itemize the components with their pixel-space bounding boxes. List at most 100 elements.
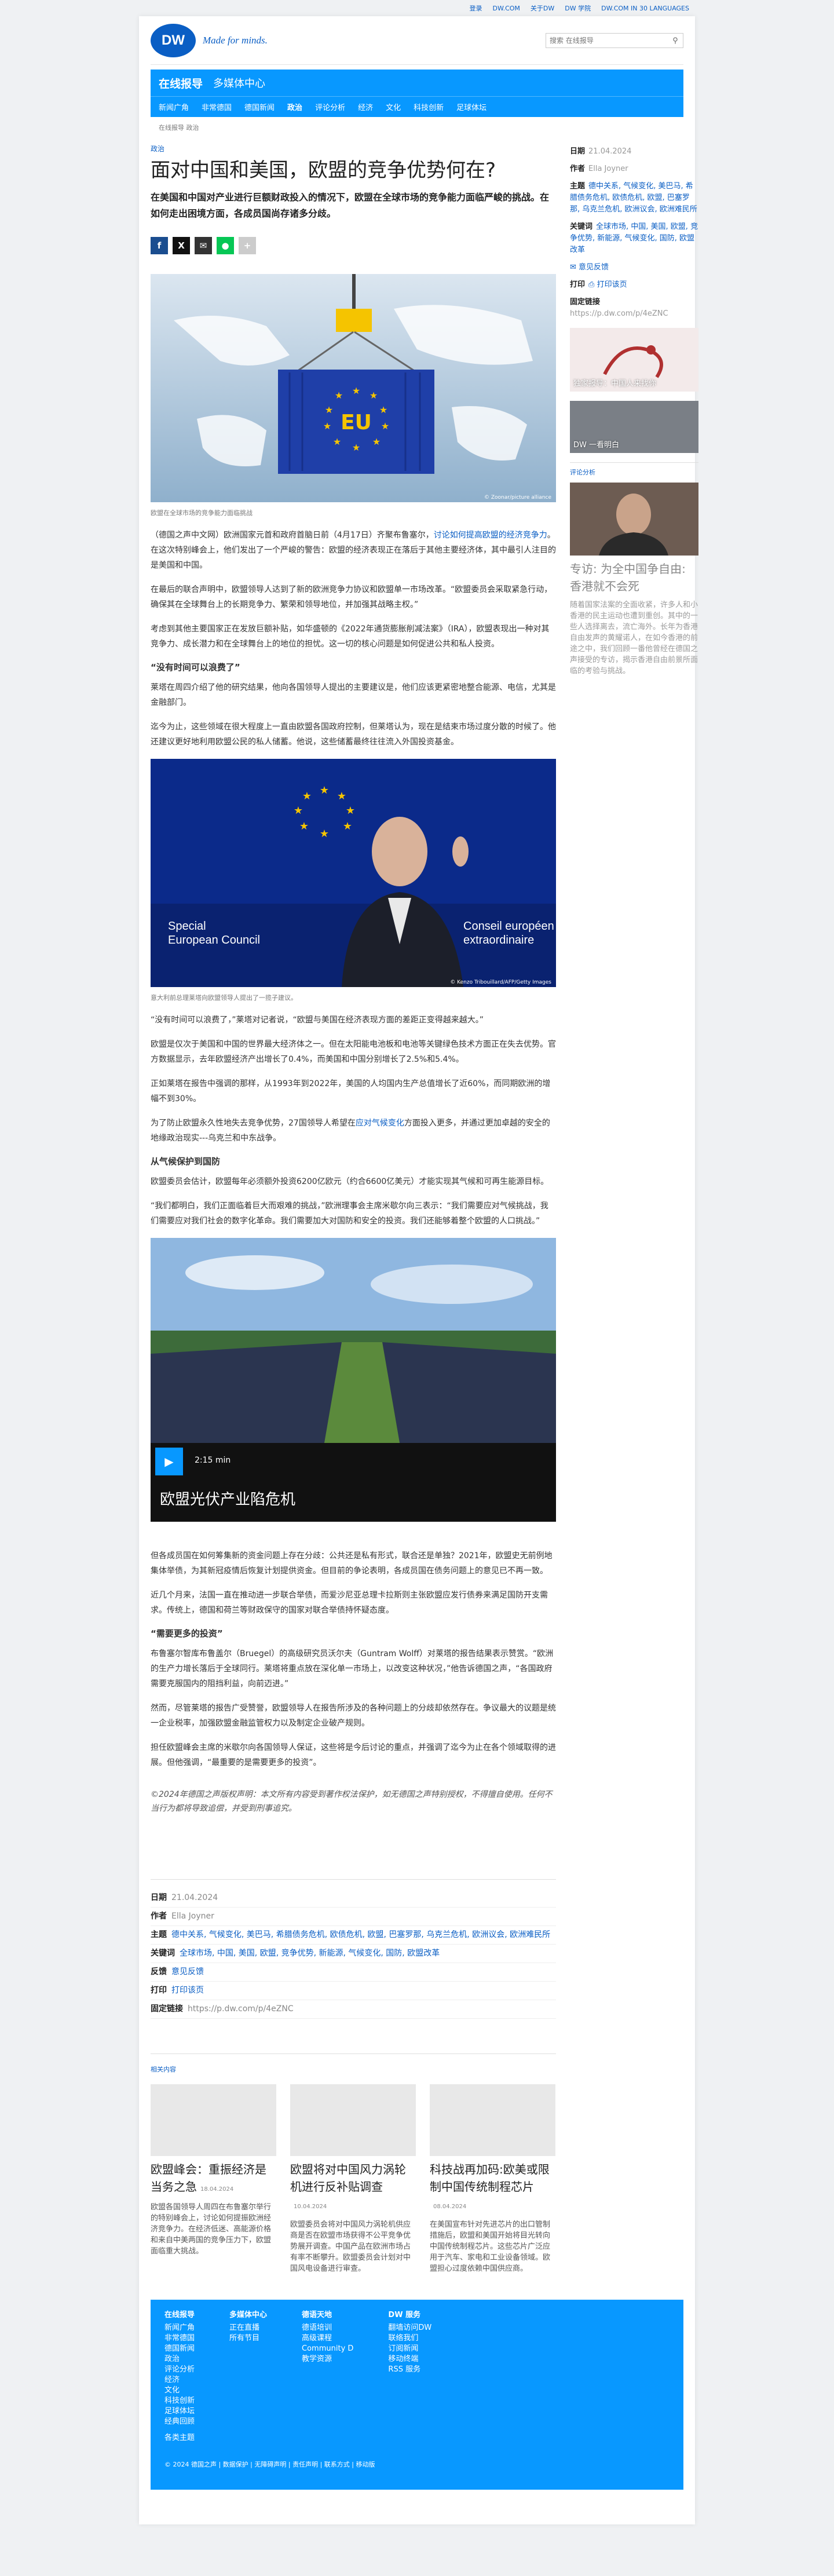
footer-link[interactable]: 文化 — [164, 2385, 195, 2396]
side-story-image[interactable] — [570, 483, 698, 556]
nav-media-center[interactable]: 多媒体中心 — [213, 75, 265, 90]
header: DW Made for minds. ⚲ — [151, 16, 683, 65]
meta-feedback-link[interactable]: 意见反馈 — [171, 1967, 204, 1976]
meta-author-row: 作者 Ella Joyner — [151, 1908, 556, 1926]
eu-container-image: ★ ★★ ★★★ ★★★★ EU © Zoonar/picture allianc… — [151, 274, 556, 502]
related-title[interactable]: 科技战再加码:欧美或限制中国传统制程芯片 08.04.2024 — [430, 2161, 555, 2216]
footer-col-title[interactable]: 在线报导 — [164, 2310, 195, 2321]
side-print-label: 打印 — [570, 280, 586, 289]
more-share-icon[interactable]: + — [239, 237, 256, 254]
video-player[interactable]: ▶ 2:15 min 欧盟光伏产业陷危机 — [151, 1238, 556, 1522]
footer-link[interactable]: Community D — [302, 2344, 353, 2354]
footer-link[interactable]: 德语培训 — [302, 2323, 353, 2333]
nav-item-germany[interactable]: 非常德国 — [202, 101, 232, 112]
footer-link[interactable]: 德国新闻 — [164, 2344, 195, 2354]
promo-widget-dw[interactable]: DW 一看明白 — [570, 401, 698, 453]
meta-keywords[interactable]: 全球市场, 中国, 美国, 欧盟, 竞争优势, 新能源, 气候变化, 国防, 欧… — [180, 1949, 440, 1958]
topbar-about-link[interactable]: 关于DW — [531, 3, 554, 13]
footer-link[interactable]: 评论分析 — [164, 2365, 195, 2375]
promo-widget-china[interactable]: 独家报导：中国人来找你 — [570, 328, 698, 392]
topbar-academy-link[interactable]: DW 学院 — [565, 3, 591, 13]
topbar-dwcom-link[interactable]: DW.COM — [493, 5, 520, 12]
footer-link[interactable]: RSS 服务 — [388, 2365, 431, 2375]
footer-link[interactable]: 联络我们 — [388, 2333, 431, 2344]
side-story-title[interactable]: 专访: 为全中国争自由: 香港就不会死 — [570, 560, 698, 595]
line-icon[interactable]: ● — [217, 237, 234, 254]
nav-item-culture[interactable]: 文化 — [386, 101, 401, 112]
facebook-icon[interactable]: f — [151, 237, 168, 254]
related-heading: 相关内容 — [151, 2066, 176, 2073]
side-feedback-link[interactable]: 意见反馈 — [579, 263, 609, 272]
video-title[interactable]: 欧盟光伏产业陷危机 — [160, 1488, 295, 1509]
breadcrumb[interactable]: 在线报导 政治 — [151, 117, 683, 132]
video-thumbnail — [151, 1238, 556, 1443]
topbar-languages-link[interactable]: DW.COM IN 30 LANGUAGES — [601, 5, 689, 12]
search-icon[interactable]: ⚲ — [668, 33, 683, 47]
footer-link[interactable]: 新闻广角 — [164, 2323, 195, 2333]
footer-link[interactable]: 教学资源 — [302, 2354, 353, 2365]
meta-print-link[interactable]: 打印该页 — [171, 1986, 204, 1995]
related-card[interactable]: 科技战再加码:欧美或限制中国传统制程芯片 08.04.2024 在美国宣布针对先进… — [430, 2084, 555, 2274]
footer-legal[interactable]: © 2024 德国之声 | 数据保护 | 无障碍声明 | 责任声明 | 联系方式… — [164, 2460, 670, 2470]
side-section-label[interactable]: 评论分析 — [570, 462, 698, 477]
page: DW Made for minds. ⚲ 在线报导 多媒体中心 新闻广角 非常德… — [139, 16, 698, 2524]
nav-item-economy[interactable]: 经济 — [358, 101, 373, 112]
meta-permalink[interactable]: https://p.dw.com/p/4eZNC — [188, 2004, 294, 2014]
footer-col-title[interactable]: 德语天地 — [302, 2310, 353, 2321]
nav-item-sports[interactable]: 足球体坛 — [456, 101, 487, 112]
article-kicker[interactable]: 政治 — [151, 144, 556, 154]
footer-link[interactable]: 移动终端 — [388, 2354, 431, 2365]
footer-link[interactable]: 所有节目 — [229, 2333, 267, 2344]
topbar-login-link[interactable]: 登录 — [470, 3, 482, 13]
footer-link[interactable]: 经济 — [164, 2375, 195, 2385]
meta-author: Ella Joyner — [171, 1912, 214, 1921]
footer-col-title[interactable]: 多媒体中心 — [229, 2310, 267, 2321]
feedback-icon: ✉ — [570, 263, 579, 272]
footer-link[interactable]: 高级课程 — [302, 2333, 353, 2344]
footer-topics-link[interactable]: 各类主题 — [164, 2433, 670, 2443]
nav-item-politics[interactable]: 政治 — [287, 101, 302, 112]
paragraph-6: “没有时间可以浪费了，”莱塔对记者说，“欧盟与美国在经济表现方面的差距正变得越来… — [151, 1015, 484, 1025]
related-image[interactable] — [290, 2084, 416, 2156]
related-title-text[interactable]: 科技战再加码:欧美或限制中国传统制程芯片 — [430, 2162, 550, 2194]
nav-online-reports[interactable]: 在线报导 — [159, 75, 203, 91]
footer-link[interactable]: 足球体坛 — [164, 2406, 195, 2417]
climate-link[interactable]: 应对气候变化 — [356, 1119, 404, 1128]
side-topics-label: 主题 — [570, 182, 586, 191]
nav-item-tech[interactable]: 科技创新 — [414, 101, 444, 112]
x-icon[interactable]: X — [173, 237, 190, 254]
related-image[interactable] — [430, 2084, 555, 2156]
related-title[interactable]: 欧盟将对中国风力涡轮机进行反补贴调查 10.04.2024 — [290, 2161, 416, 2216]
side-topics[interactable]: 德中关系, 气候变化, 美巴马, 希腊债务危机, 欧债危机, 欧盟, 巴塞罗那,… — [570, 182, 697, 214]
footer-col-title[interactable]: DW 服务 — [388, 2310, 431, 2321]
sidebar: 日期 21.04.2024 作者 Ella Joyner 主题 德中关系, 气候变化,… — [570, 144, 698, 2274]
svg-text:★: ★ — [381, 421, 389, 432]
related-title-text[interactable]: 欧盟将对中国风力涡轮机进行反补贴调查 — [290, 2162, 406, 2194]
footer-link[interactable]: 正在直播 — [229, 2323, 267, 2333]
fig2-credit: © Kenzo Tribouillard/AFP/Getty Images — [450, 980, 551, 985]
footer-link[interactable]: 经典回顾 — [164, 2417, 195, 2427]
dw-logo[interactable]: DW — [151, 23, 196, 57]
share-bar: f X ✉ ● + — [151, 237, 556, 254]
footer-link[interactable]: 翻墙访问DW — [388, 2323, 431, 2333]
side-permalink[interactable]: https://p.dw.com/p/4eZNC — [570, 309, 668, 318]
footer-link[interactable]: 政治 — [164, 2354, 195, 2365]
play-icon[interactable]: ▶ — [155, 1448, 183, 1475]
meta-print-label: 打印 — [151, 1986, 167, 1995]
search-input[interactable] — [546, 33, 668, 47]
summit-link[interactable]: 讨论如何提高欧盟的经济竞争力 — [434, 531, 547, 540]
related-card[interactable]: 欧盟峰会：重振经济是当务之急 18.04.2024 欧盟各国领导人周四在布鲁塞尔举… — [151, 2084, 276, 2274]
footer-link[interactable]: 订阅新闻 — [388, 2344, 431, 2354]
meta-topics[interactable]: 德中关系, 气候变化, 美巴马, 希腊债务危机, 欧债危机, 欧盟, 巴塞罗那,… — [171, 1930, 550, 1939]
nav-item-analysis[interactable]: 评论分析 — [315, 101, 345, 112]
footer-link[interactable]: 非常德国 — [164, 2333, 195, 2344]
related-title[interactable]: 欧盟峰会：重振经济是当务之急 18.04.2024 — [151, 2161, 276, 2198]
meta-keywords-label: 关键词 — [151, 1949, 175, 1958]
nav-item-german-news[interactable]: 德国新闻 — [244, 101, 275, 112]
email-icon[interactable]: ✉ — [195, 237, 212, 254]
related-image[interactable] — [151, 2084, 276, 2156]
related-card[interactable]: 欧盟将对中国风力涡轮机进行反补贴调查 10.04.2024 欧盟委员会将对中国风力… — [290, 2084, 416, 2274]
footer-link[interactable]: 科技创新 — [164, 2396, 195, 2406]
side-print-link[interactable]: 打印该页 — [597, 280, 627, 289]
nav-item-news[interactable]: 新闻广角 — [159, 101, 189, 112]
